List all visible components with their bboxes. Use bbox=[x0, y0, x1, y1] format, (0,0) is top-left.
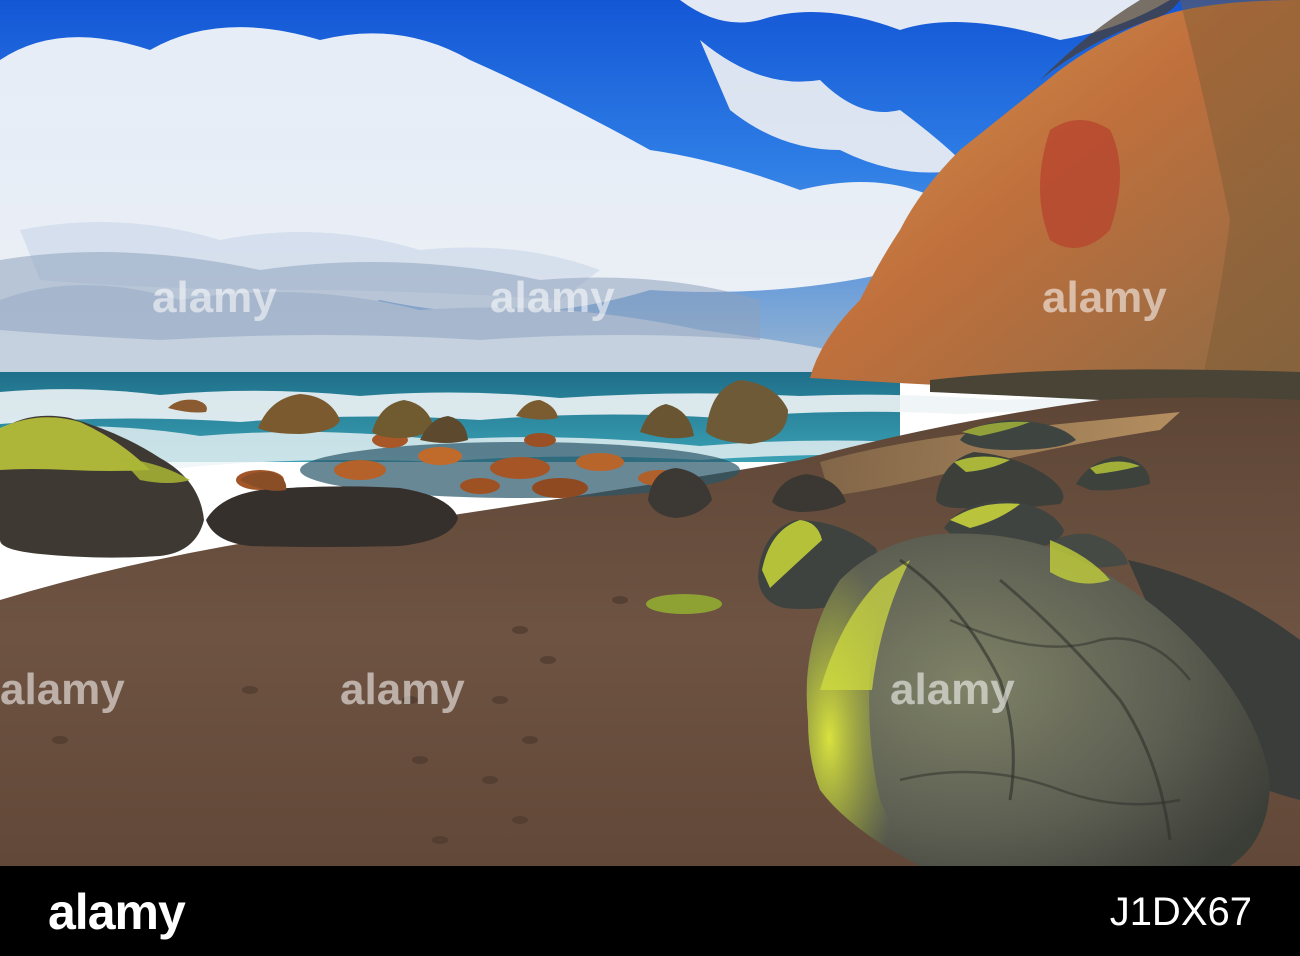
svg-text:alamy: alamy bbox=[890, 665, 1015, 714]
svg-text:alamy: alamy bbox=[1042, 273, 1167, 322]
beach-photo: alamy alamy alamy alamy alamy alamy bbox=[0, 0, 1300, 866]
svg-text:alamy: alamy bbox=[0, 665, 125, 714]
svg-text:alamy: alamy bbox=[490, 273, 615, 322]
small-mossy-pebble bbox=[646, 594, 722, 614]
svg-text:alamy: alamy bbox=[152, 273, 277, 322]
alamy-logo: alamy bbox=[48, 884, 186, 940]
beach-scene: alamy alamy alamy alamy alamy alamy bbox=[0, 0, 1300, 866]
stock-footer-bar: alamy J1DX67 bbox=[0, 866, 1300, 956]
svg-text:alamy: alamy bbox=[340, 665, 465, 714]
image-id-label: J1DX67 bbox=[1109, 890, 1252, 934]
cliff-red-band bbox=[1040, 120, 1120, 248]
